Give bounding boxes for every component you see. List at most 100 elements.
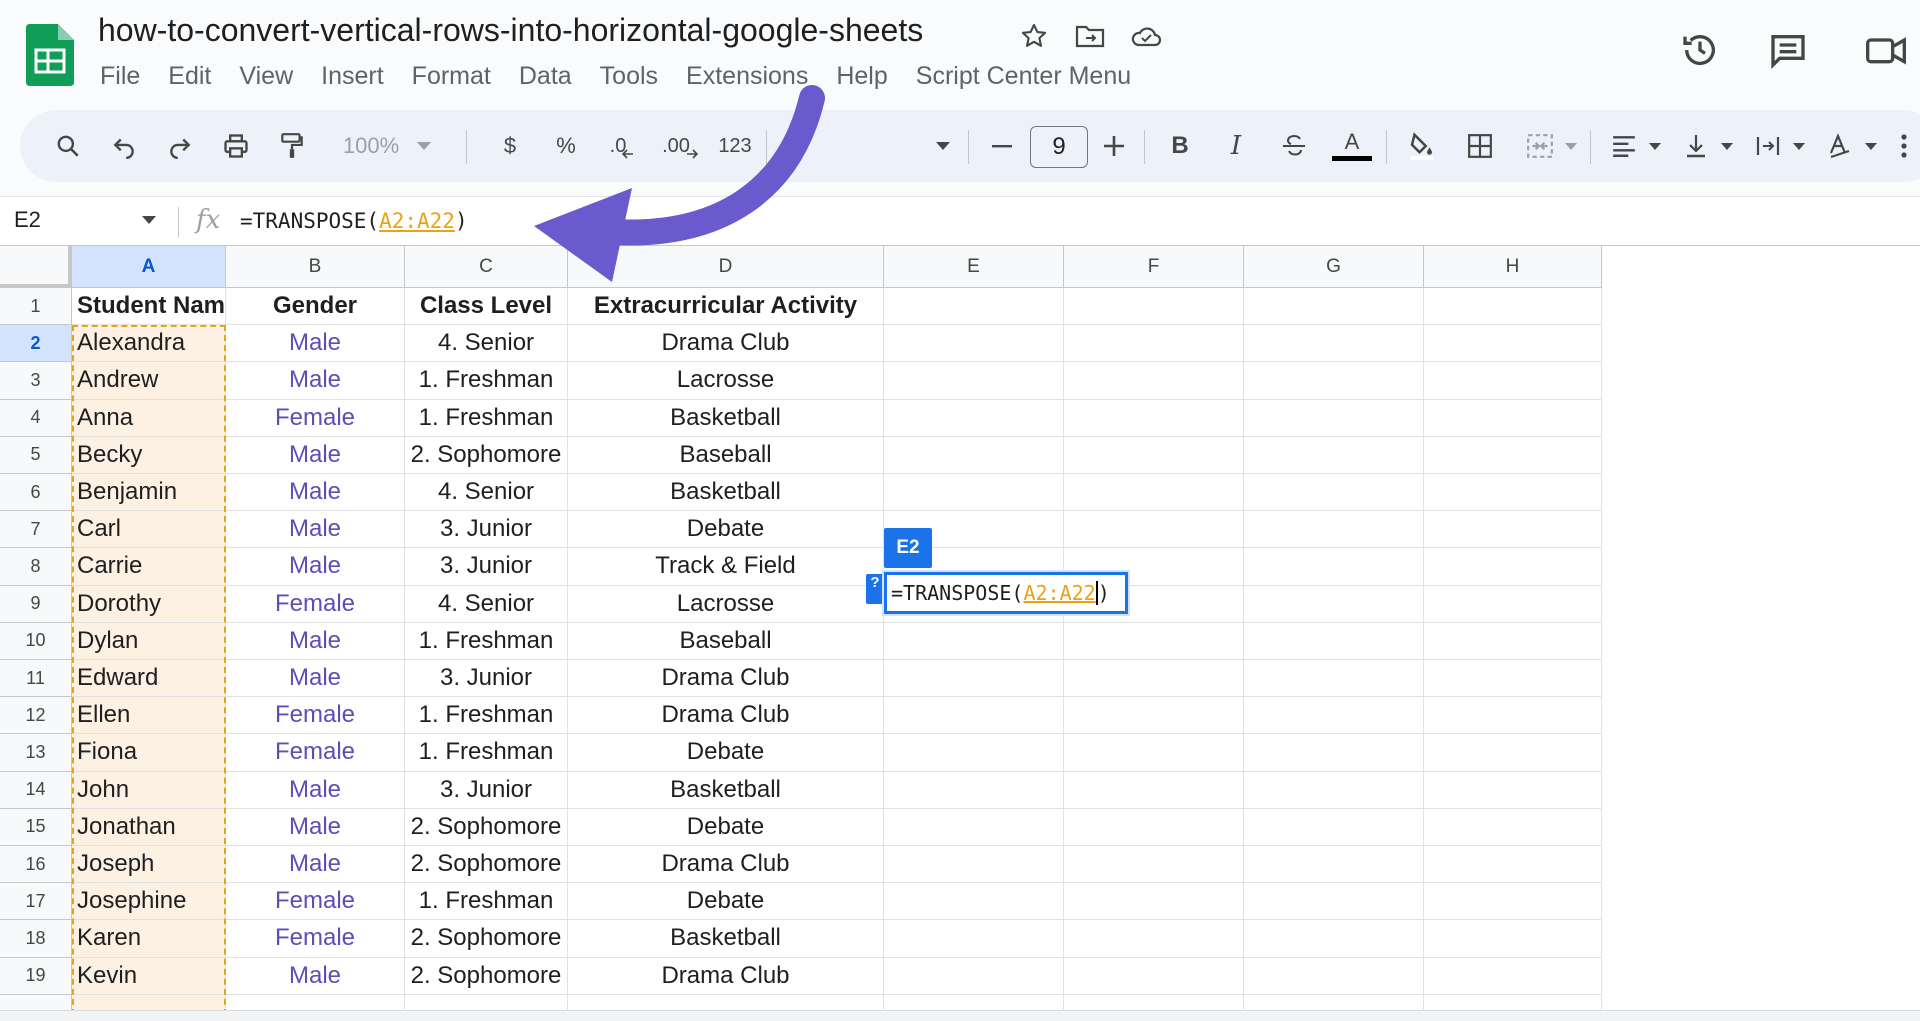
empty-cell[interactable]: [884, 399, 1064, 437]
name-cell[interactable]: Joseph: [72, 846, 226, 884]
row-header[interactable]: 9: [0, 585, 72, 623]
halign-chevron-icon[interactable]: [1644, 124, 1666, 168]
empty-cell[interactable]: [1424, 436, 1602, 474]
empty-cell[interactable]: [1244, 399, 1424, 437]
menu-format[interactable]: Format: [412, 62, 491, 91]
empty-cell[interactable]: [1424, 585, 1602, 623]
activity-cell[interactable]: Basketball: [568, 474, 884, 512]
activity-cell[interactable]: Basketball: [568, 771, 884, 809]
empty-cell[interactable]: [1064, 622, 1244, 660]
name-cell[interactable]: Anna: [72, 399, 226, 437]
empty-cell[interactable]: [884, 808, 1064, 846]
empty-cell[interactable]: [884, 697, 1064, 735]
gender-cell[interactable]: Male: [226, 771, 405, 809]
header-cell[interactable]: Gender: [226, 288, 405, 326]
empty-cell[interactable]: [1244, 957, 1424, 995]
name-cell[interactable]: Fiona: [72, 734, 226, 772]
activity-cell[interactable]: Drama Club: [568, 325, 884, 363]
empty-cell[interactable]: [1064, 697, 1244, 735]
empty-cell[interactable]: [884, 920, 1064, 958]
formula-input[interactable]: =TRANSPOSE(A2:A22): [240, 209, 468, 233]
row-header[interactable]: 5: [0, 436, 72, 474]
empty-cell[interactable]: [1424, 771, 1602, 809]
empty-cell[interactable]: [884, 474, 1064, 512]
name-cell[interactable]: Carrie: [72, 548, 226, 586]
activity-cell[interactable]: Drama Club: [568, 697, 884, 735]
gender-cell[interactable]: Male: [226, 846, 405, 884]
class-level-cell[interactable]: 2. Sophomore: [405, 808, 568, 846]
decrease-decimal-button[interactable]: .0: [600, 124, 644, 168]
name-cell[interactable]: Kevin: [72, 957, 226, 995]
name-cell[interactable]: Carl: [72, 511, 226, 549]
move-folder-icon[interactable]: [1072, 18, 1108, 54]
name-cell[interactable]: John: [72, 771, 226, 809]
empty-cell[interactable]: [1064, 920, 1244, 958]
name-box[interactable]: E2: [14, 207, 41, 233]
empty-cell[interactable]: [1244, 288, 1424, 326]
row-header[interactable]: 13: [0, 734, 72, 772]
activity-cell[interactable]: Basketball: [568, 920, 884, 958]
empty-cell[interactable]: [1064, 436, 1244, 474]
decrease-font-size-icon[interactable]: [982, 124, 1022, 168]
empty-cell[interactable]: [1244, 846, 1424, 884]
empty-cell[interactable]: [1424, 734, 1602, 772]
comments-icon[interactable]: [1764, 26, 1812, 74]
fill-color-icon[interactable]: [1400, 124, 1444, 168]
class-level-cell[interactable]: 4. Senior: [405, 585, 568, 623]
vertical-align-icon[interactable]: [1676, 124, 1716, 168]
redo-icon[interactable]: [160, 124, 200, 168]
zoom-chevron-icon[interactable]: [412, 124, 436, 168]
class-level-cell[interactable]: 1. Freshman: [405, 362, 568, 400]
menu-tools[interactable]: Tools: [600, 62, 658, 91]
activity-cell[interactable]: Drama Club: [568, 957, 884, 995]
gender-cell[interactable]: Male: [226, 511, 405, 549]
activity-cell[interactable]: Debate: [568, 734, 884, 772]
menu-view[interactable]: View: [239, 62, 293, 91]
empty-cell[interactable]: [1064, 957, 1244, 995]
empty-cell[interactable]: [1064, 808, 1244, 846]
menu-insert[interactable]: Insert: [321, 62, 384, 91]
name-cell[interactable]: Dylan: [72, 622, 226, 660]
name-cell[interactable]: Ellen: [72, 697, 226, 735]
class-level-cell[interactable]: 2. Sophomore: [405, 436, 568, 474]
horizontal-align-icon[interactable]: [1604, 124, 1644, 168]
column-header-a[interactable]: A: [72, 246, 226, 288]
column-header-g[interactable]: G: [1244, 246, 1424, 288]
empty-cell[interactable]: [1064, 660, 1244, 698]
version-history-icon[interactable]: [1676, 26, 1724, 74]
text-color-button[interactable]: A: [1330, 124, 1374, 168]
name-cell[interactable]: Dorothy: [72, 585, 226, 623]
name-cell[interactable]: Benjamin: [72, 474, 226, 512]
gender-cell[interactable]: Male: [226, 436, 405, 474]
name-cell[interactable]: Becky: [72, 436, 226, 474]
name-box-chevron-icon[interactable]: [142, 211, 156, 229]
merge-cells-icon[interactable]: [1520, 124, 1560, 168]
column-header-c[interactable]: C: [405, 246, 568, 288]
borders-icon[interactable]: [1460, 124, 1500, 168]
name-cell[interactable]: Alexandra: [72, 325, 226, 363]
menu-edit[interactable]: Edit: [168, 62, 211, 91]
italic-button[interactable]: I: [1216, 124, 1256, 168]
empty-cell[interactable]: [1424, 957, 1602, 995]
row-header[interactable]: 17: [0, 883, 72, 921]
empty-cell[interactable]: [1244, 734, 1424, 772]
empty-cell[interactable]: [1064, 883, 1244, 921]
empty-cell[interactable]: [1064, 362, 1244, 400]
header-cell[interactable]: Extracurricular Activity: [568, 288, 884, 326]
class-level-cell[interactable]: 2. Sophomore: [405, 957, 568, 995]
class-level-cell[interactable]: 3. Junior: [405, 548, 568, 586]
text-rotation-icon[interactable]: [1820, 124, 1860, 168]
menu-extensions[interactable]: Extensions: [686, 62, 808, 91]
empty-cell[interactable]: [884, 622, 1064, 660]
font-family-select[interactable]: [780, 124, 950, 168]
empty-cell[interactable]: [1244, 325, 1424, 363]
empty-cell[interactable]: [1424, 362, 1602, 400]
empty-cell[interactable]: [1244, 436, 1424, 474]
row-header[interactable]: 4: [0, 399, 72, 437]
increase-font-size-icon[interactable]: [1094, 124, 1134, 168]
class-level-cell[interactable]: 2. Sophomore: [405, 846, 568, 884]
gender-cell[interactable]: Male: [226, 660, 405, 698]
empty-cell[interactable]: [1424, 920, 1602, 958]
empty-cell[interactable]: [1424, 697, 1602, 735]
class-level-cell[interactable]: 1. Freshman: [405, 734, 568, 772]
